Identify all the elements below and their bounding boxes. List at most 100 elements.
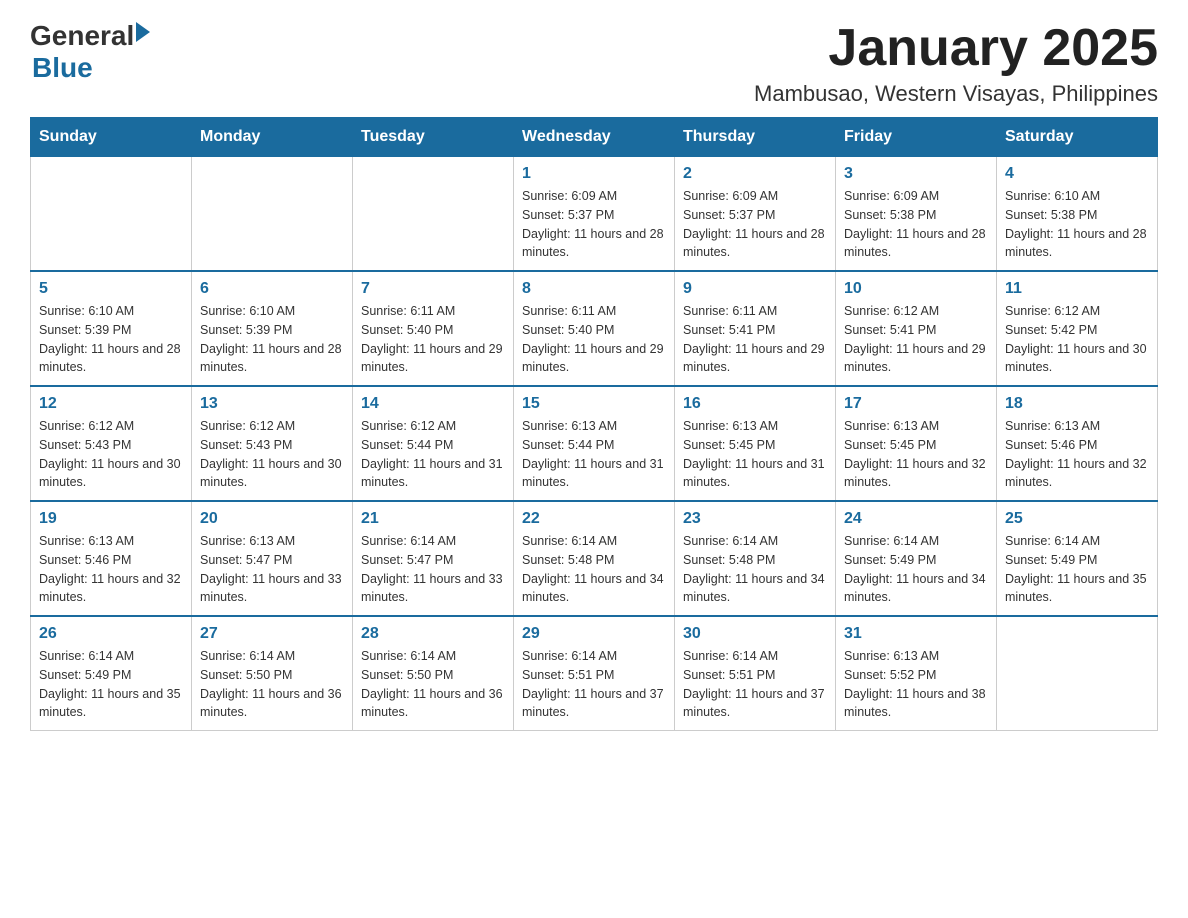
- day-info: Sunrise: 6:10 AMSunset: 5:38 PMDaylight:…: [1005, 187, 1149, 262]
- day-number: 29: [522, 625, 666, 643]
- calendar-week-row: 1 Sunrise: 6:09 AMSunset: 5:37 PMDaylight…: [31, 157, 1158, 272]
- day-number: 21: [361, 510, 505, 528]
- calendar-day-cell: 5Sunrise: 6:10 AMSunset: 5:39 PMDaylight…: [31, 271, 192, 386]
- calendar-day-cell: 12 Sunrise: 6:12 AMSunset: 5:43 PMDayligh…: [31, 386, 192, 501]
- calendar-header-monday: Monday: [192, 118, 353, 157]
- calendar-day-cell: 21 Sunrise: 6:14 AMSunset: 5:47 PMDayligh…: [353, 501, 514, 616]
- calendar-day-cell: [997, 616, 1158, 731]
- day-info: Sunrise: 6:12 AMSunset: 5:43 PMDaylight:…: [39, 417, 183, 492]
- calendar-day-cell: 29 Sunrise: 6:14 AMSunset: 5:51 PMDayligh…: [514, 616, 675, 731]
- day-number: 4: [1005, 165, 1149, 183]
- day-number: 15: [522, 395, 666, 413]
- calendar-day-cell: 15 Sunrise: 6:13 AMSunset: 5:44 PMDayligh…: [514, 386, 675, 501]
- calendar-day-cell: 19 Sunrise: 6:13 AMSunset: 5:46 PMDayligh…: [31, 501, 192, 616]
- day-number: 13: [200, 395, 344, 413]
- day-number: 12: [39, 395, 183, 413]
- calendar-day-cell: 9Sunrise: 6:11 AMSunset: 5:41 PMDaylight…: [675, 271, 836, 386]
- calendar-header-tuesday: Tuesday: [353, 118, 514, 157]
- day-info: Sunrise: 6:14 AMSunset: 5:48 PMDaylight:…: [683, 532, 827, 607]
- calendar-day-cell: 10 Sunrise: 6:12 AMSunset: 5:41 PMDayligh…: [836, 271, 997, 386]
- calendar-day-cell: 22 Sunrise: 6:14 AMSunset: 5:48 PMDayligh…: [514, 501, 675, 616]
- day-number: 27: [200, 625, 344, 643]
- calendar-table: SundayMondayTuesdayWednesdayThursdayFrid…: [30, 117, 1158, 731]
- day-number: 26: [39, 625, 183, 643]
- day-info: Sunrise: 6:09 AMSunset: 5:37 PMDaylight:…: [522, 187, 666, 262]
- calendar-day-cell: 1 Sunrise: 6:09 AMSunset: 5:37 PMDaylight…: [514, 157, 675, 272]
- day-info: Sunrise: 6:12 AMSunset: 5:43 PMDaylight:…: [200, 417, 344, 492]
- day-number: 10: [844, 280, 988, 298]
- day-info: Sunrise: 6:12 AMSunset: 5:41 PMDaylight:…: [844, 302, 988, 377]
- logo-blue-text: Blue: [32, 52, 93, 84]
- month-title: January 2025: [754, 20, 1158, 77]
- day-number: 23: [683, 510, 827, 528]
- calendar-day-cell: 13 Sunrise: 6:12 AMSunset: 5:43 PMDayligh…: [192, 386, 353, 501]
- calendar-day-cell: 17Sunrise: 6:13 AMSunset: 5:45 PMDayligh…: [836, 386, 997, 501]
- day-number: 5: [39, 280, 183, 298]
- day-info: Sunrise: 6:14 AMSunset: 5:51 PMDaylight:…: [522, 647, 666, 722]
- day-info: Sunrise: 6:14 AMSunset: 5:50 PMDaylight:…: [200, 647, 344, 722]
- day-info: Sunrise: 6:10 AMSunset: 5:39 PMDaylight:…: [200, 302, 344, 377]
- day-number: 30: [683, 625, 827, 643]
- day-info: Sunrise: 6:11 AMSunset: 5:41 PMDaylight:…: [683, 302, 827, 377]
- calendar-day-cell: 28Sunrise: 6:14 AMSunset: 5:50 PMDayligh…: [353, 616, 514, 731]
- calendar-day-cell: 25 Sunrise: 6:14 AMSunset: 5:49 PMDayligh…: [997, 501, 1158, 616]
- title-block: January 2025 Mambusao, Western Visayas, …: [754, 20, 1158, 107]
- calendar-day-cell: 24 Sunrise: 6:14 AMSunset: 5:49 PMDayligh…: [836, 501, 997, 616]
- day-number: 24: [844, 510, 988, 528]
- calendar-header-wednesday: Wednesday: [514, 118, 675, 157]
- calendar-day-cell: [353, 157, 514, 272]
- day-number: 25: [1005, 510, 1149, 528]
- day-number: 31: [844, 625, 988, 643]
- day-info: Sunrise: 6:14 AMSunset: 5:49 PMDaylight:…: [1005, 532, 1149, 607]
- page-header: General Blue January 2025 Mambusao, West…: [30, 20, 1158, 107]
- day-number: 18: [1005, 395, 1149, 413]
- logo: General Blue: [30, 20, 150, 84]
- day-number: 19: [39, 510, 183, 528]
- day-info: Sunrise: 6:14 AMSunset: 5:50 PMDaylight:…: [361, 647, 505, 722]
- day-info: Sunrise: 6:14 AMSunset: 5:47 PMDaylight:…: [361, 532, 505, 607]
- day-info: Sunrise: 6:13 AMSunset: 5:46 PMDaylight:…: [39, 532, 183, 607]
- day-number: 1: [522, 165, 666, 183]
- day-info: Sunrise: 6:12 AMSunset: 5:44 PMDaylight:…: [361, 417, 505, 492]
- calendar-day-cell: 27 Sunrise: 6:14 AMSunset: 5:50 PMDayligh…: [192, 616, 353, 731]
- day-number: 2: [683, 165, 827, 183]
- day-number: 11: [1005, 280, 1149, 298]
- calendar-header-sunday: Sunday: [31, 118, 192, 157]
- calendar-week-row: 5 Sunrise: 6:10 AMSunset: 5:39 PMDaylight…: [31, 271, 1158, 386]
- calendar-day-cell: 31 Sunrise: 6:13 AMSunset: 5:52 PMDayligh…: [836, 616, 997, 731]
- day-number: 6: [200, 280, 344, 298]
- day-info: Sunrise: 6:13 AMSunset: 5:45 PMDaylight:…: [844, 417, 988, 492]
- calendar-day-cell: 7Sunrise: 6:11 AMSunset: 5:40 PMDaylight…: [353, 271, 514, 386]
- day-info: Sunrise: 6:14 AMSunset: 5:49 PMDaylight:…: [39, 647, 183, 722]
- calendar-day-cell: 20Sunrise: 6:13 AMSunset: 5:47 PMDayligh…: [192, 501, 353, 616]
- day-info: Sunrise: 6:11 AMSunset: 5:40 PMDaylight:…: [522, 302, 666, 377]
- calendar-day-cell: 23 Sunrise: 6:14 AMSunset: 5:48 PMDayligh…: [675, 501, 836, 616]
- day-info: Sunrise: 6:13 AMSunset: 5:52 PMDaylight:…: [844, 647, 988, 722]
- day-info: Sunrise: 6:14 AMSunset: 5:49 PMDaylight:…: [844, 532, 988, 607]
- logo-general-text: General: [30, 20, 134, 52]
- day-info: Sunrise: 6:13 AMSunset: 5:46 PMDaylight:…: [1005, 417, 1149, 492]
- day-info: Sunrise: 6:09 AMSunset: 5:38 PMDaylight:…: [844, 187, 988, 262]
- day-number: 16: [683, 395, 827, 413]
- day-number: 3: [844, 165, 988, 183]
- calendar-week-row: 19 Sunrise: 6:13 AMSunset: 5:46 PMDayligh…: [31, 501, 1158, 616]
- calendar-header-saturday: Saturday: [997, 118, 1158, 157]
- day-info: Sunrise: 6:13 AMSunset: 5:44 PMDaylight:…: [522, 417, 666, 492]
- calendar-week-row: 26 Sunrise: 6:14 AMSunset: 5:49 PMDayligh…: [31, 616, 1158, 731]
- calendar-header-row: SundayMondayTuesdayWednesdayThursdayFrid…: [31, 118, 1158, 157]
- calendar-day-cell: 14Sunrise: 6:12 AMSunset: 5:44 PMDayligh…: [353, 386, 514, 501]
- day-number: 22: [522, 510, 666, 528]
- calendar-day-cell: 4 Sunrise: 6:10 AMSunset: 5:38 PMDaylight…: [997, 157, 1158, 272]
- day-number: 8: [522, 280, 666, 298]
- day-info: Sunrise: 6:11 AMSunset: 5:40 PMDaylight:…: [361, 302, 505, 377]
- calendar-day-cell: 6 Sunrise: 6:10 AMSunset: 5:39 PMDaylight…: [192, 271, 353, 386]
- logo-arrow-icon: [136, 22, 150, 42]
- day-info: Sunrise: 6:14 AMSunset: 5:48 PMDaylight:…: [522, 532, 666, 607]
- calendar-day-cell: [192, 157, 353, 272]
- calendar-day-cell: 16 Sunrise: 6:13 AMSunset: 5:45 PMDayligh…: [675, 386, 836, 501]
- location-title: Mambusao, Western Visayas, Philippines: [754, 81, 1158, 107]
- calendar-header-friday: Friday: [836, 118, 997, 157]
- calendar-day-cell: 8 Sunrise: 6:11 AMSunset: 5:40 PMDaylight…: [514, 271, 675, 386]
- day-info: Sunrise: 6:13 AMSunset: 5:45 PMDaylight:…: [683, 417, 827, 492]
- calendar-day-cell: 30Sunrise: 6:14 AMSunset: 5:51 PMDayligh…: [675, 616, 836, 731]
